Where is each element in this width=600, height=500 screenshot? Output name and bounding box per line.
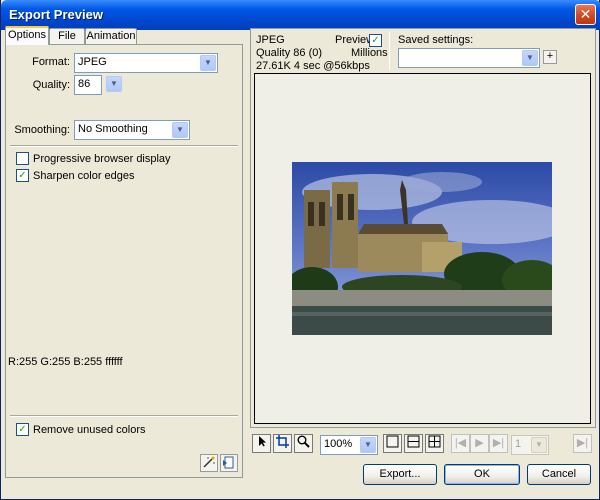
progressive-label: Progressive browser display: [33, 153, 171, 165]
preview-quality: Quality 86 (0): [256, 47, 323, 59]
quality-slider-icon[interactable]: ▼: [106, 76, 122, 92]
single-view-icon: [386, 435, 399, 448]
checkmark-icon: ✓: [18, 424, 27, 435]
chevron-down-icon[interactable]: ▼: [172, 122, 188, 138]
first-frame-icon: |◀: [454, 437, 467, 449]
last-frame-button[interactable]: ▶|: [489, 434, 508, 453]
remove-unused-checkbox[interactable]: ✓: [16, 423, 29, 436]
options-panel: Format: JPEG ▼ Quality: 86 ▼ Smoothing: …: [5, 44, 243, 478]
magnifier-icon: [297, 435, 310, 448]
crop-icon: [276, 435, 289, 448]
pointer-icon: [258, 436, 266, 447]
saved-settings-select[interactable]: ▼: [398, 48, 540, 68]
cathedral-photo: [292, 162, 552, 335]
window-title: Export Preview: [9, 7, 103, 22]
tab-file[interactable]: File: [49, 28, 85, 45]
play-button[interactable]: ▶: [470, 434, 489, 453]
crop-tool-button[interactable]: [273, 434, 292, 453]
frame-value: 1: [515, 438, 522, 450]
quality-input[interactable]: 86: [74, 75, 102, 95]
smoothing-value: No Smoothing: [78, 123, 148, 135]
magic-wand-button[interactable]: [200, 454, 218, 472]
checkmark-icon: ✓: [371, 35, 380, 46]
preview-colors: Millions: [351, 47, 388, 59]
smoothing-select[interactable]: No Smoothing ▼: [74, 120, 190, 140]
chevron-down-icon[interactable]: ▼: [531, 437, 547, 453]
export-preview-window: Export Preview ✕ Options File Animation …: [0, 0, 600, 500]
split-four-view-button[interactable]: [425, 434, 444, 453]
tab-animation-label: Animation: [86, 30, 136, 42]
ok-button[interactable]: OK: [444, 464, 520, 485]
progressive-checkbox[interactable]: [16, 152, 29, 165]
close-button[interactable]: ✕: [575, 4, 596, 25]
single-view-button[interactable]: [383, 434, 402, 453]
tab-animation[interactable]: Animation: [85, 28, 137, 45]
separator: [10, 145, 238, 147]
preview-format: JPEG: [256, 34, 285, 46]
next-frame-button[interactable]: ▶|: [573, 434, 592, 453]
frame-select[interactable]: 1 ▼: [511, 435, 549, 455]
separator: [389, 32, 390, 70]
chevron-down-icon[interactable]: ▼: [360, 437, 376, 453]
pointer-tool-button[interactable]: [252, 434, 271, 453]
optimize-to-size-icon: [223, 456, 234, 469]
saved-settings-label: Saved settings:: [398, 34, 474, 46]
tab-file-label: File: [58, 30, 76, 42]
remove-unused-label: Remove unused colors: [33, 424, 146, 436]
format-label: Format:: [32, 56, 70, 68]
separator: [10, 415, 238, 417]
split-four-icon: [428, 435, 441, 448]
image-preview-area[interactable]: [254, 73, 591, 424]
preview-size: 27.61K 4 sec @56kbps: [256, 60, 370, 72]
sharpen-label: Sharpen color edges: [33, 170, 135, 182]
tab-options[interactable]: Options: [5, 26, 49, 45]
quality-label: Quality:: [32, 79, 70, 91]
tab-options-label: Options: [8, 29, 46, 41]
zoom-value: 100%: [324, 438, 353, 450]
color-readout: R:255 G:255 B:255 ffffff: [8, 356, 123, 368]
format-select[interactable]: JPEG ▼: [74, 53, 218, 73]
add-setting-button[interactable]: +: [543, 50, 557, 64]
checkmark-icon: ✓: [18, 170, 27, 181]
zoom-select[interactable]: 100% ▼: [320, 435, 378, 455]
sharpen-checkbox[interactable]: ✓: [16, 169, 29, 182]
format-value: JPEG: [78, 56, 107, 68]
chevron-down-icon[interactable]: ▼: [522, 50, 538, 66]
first-frame-button[interactable]: |◀: [451, 434, 470, 453]
play-icon: ▶: [475, 437, 484, 449]
optimize-size-button[interactable]: [220, 454, 238, 472]
export-button[interactable]: Export...: [363, 464, 437, 485]
next-frame-icon: ▶|: [576, 437, 589, 449]
zoom-tool-button[interactable]: [294, 434, 313, 453]
title-bar[interactable]: Export Preview ✕: [1, 0, 600, 30]
magic-wand-icon: [203, 456, 215, 468]
split-two-icon: [407, 435, 420, 448]
smoothing-label: Smoothing:: [14, 124, 70, 136]
preview-image: [292, 162, 552, 335]
cancel-button[interactable]: Cancel: [527, 464, 591, 485]
last-frame-icon: ▶|: [492, 437, 505, 449]
preview-panel: JPEG Quality 86 (0) 27.61K 4 sec @56kbps…: [250, 28, 596, 428]
preview-checkbox[interactable]: ✓: [369, 34, 382, 47]
chevron-down-icon[interactable]: ▼: [200, 55, 216, 71]
quality-value: 86: [78, 78, 91, 90]
split-two-view-button[interactable]: [404, 434, 423, 453]
